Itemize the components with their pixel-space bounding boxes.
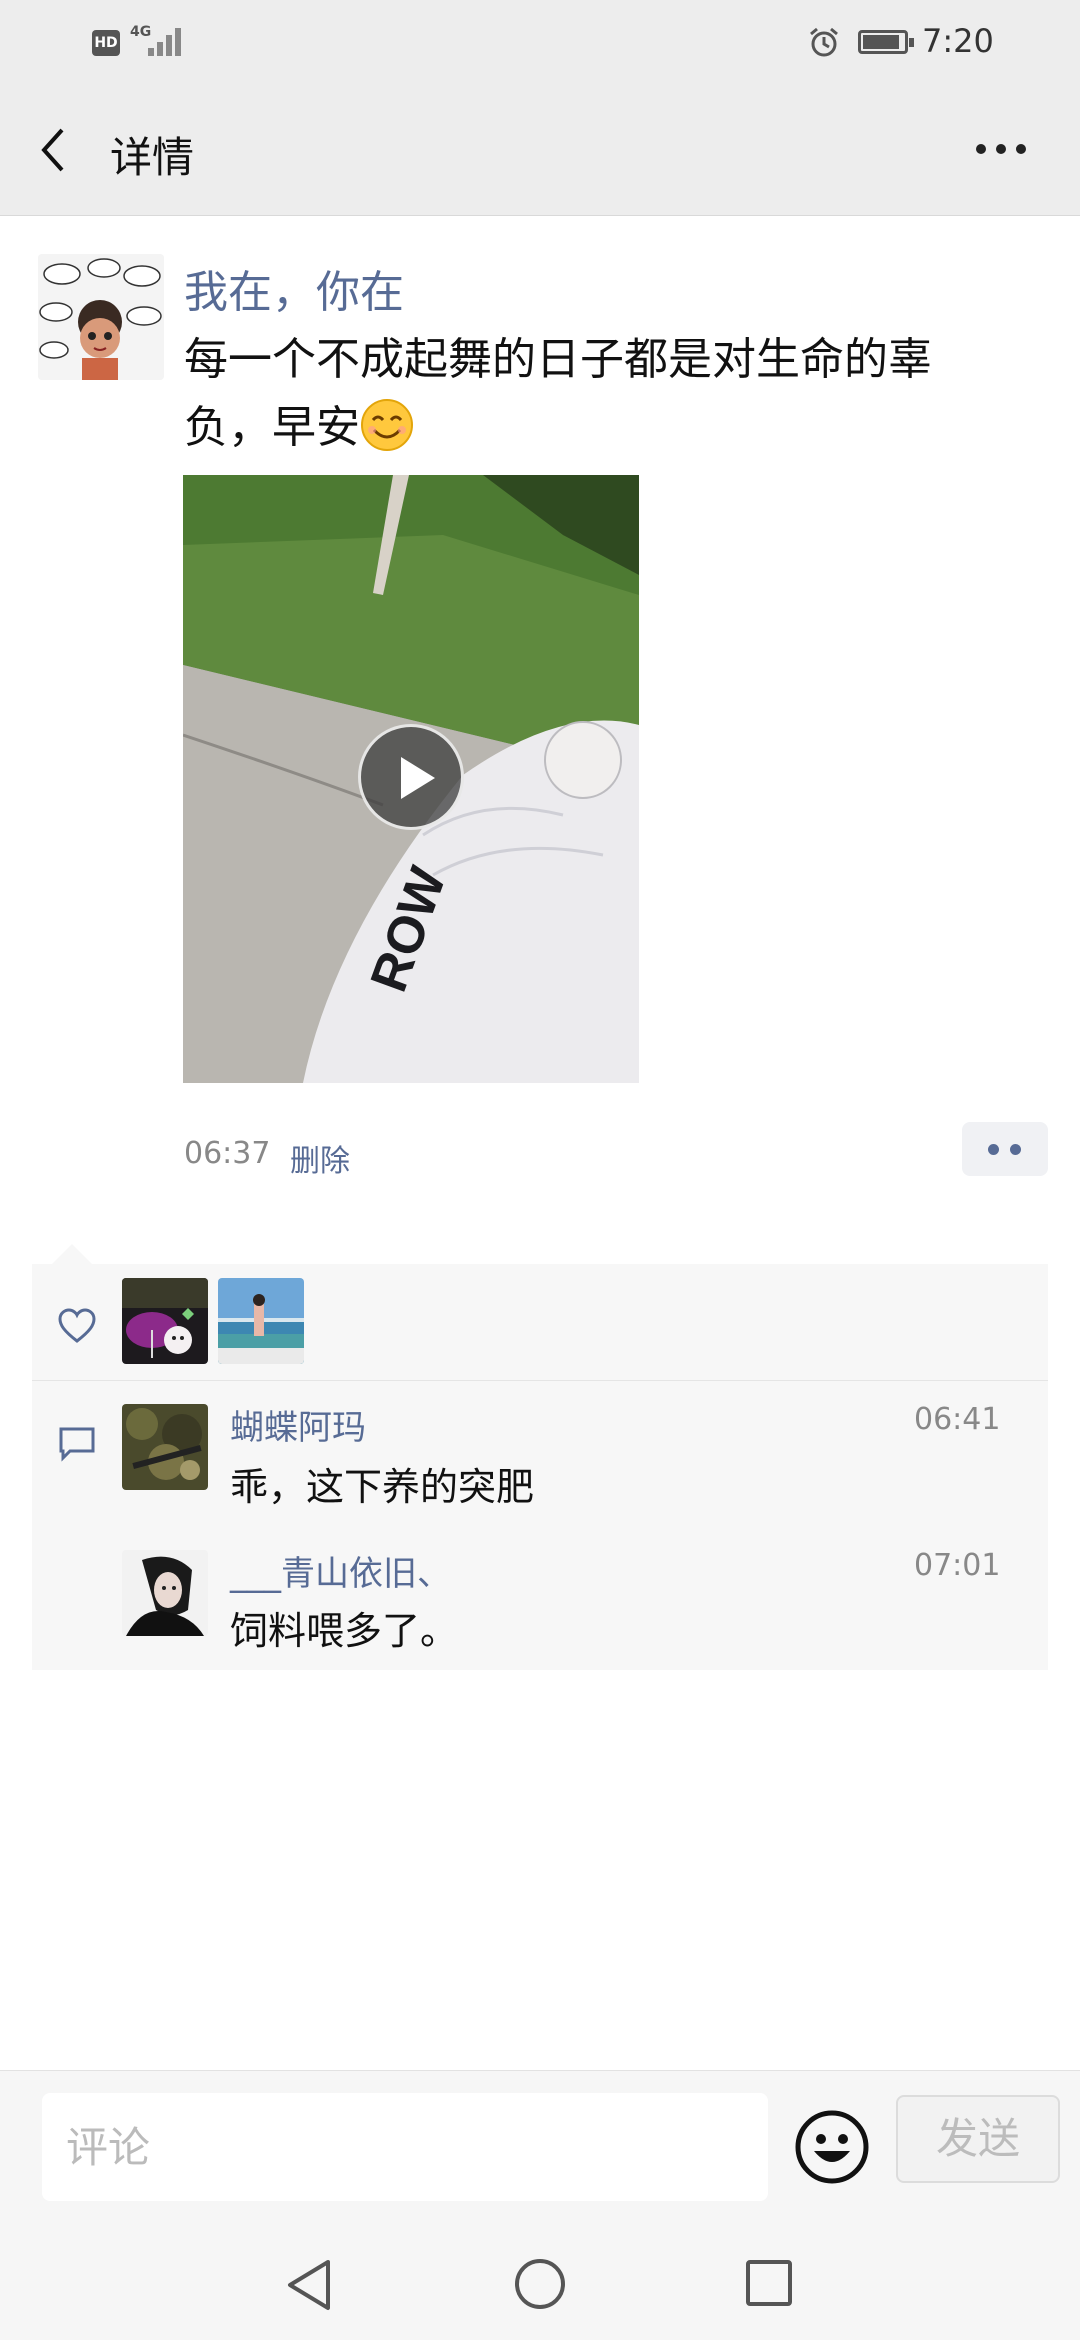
comment-avatar[interactable] bbox=[122, 1550, 208, 1636]
comment-icon bbox=[59, 1427, 95, 1462]
chevron-left-icon[interactable] bbox=[34, 120, 74, 180]
more-horizontal-icon[interactable] bbox=[976, 144, 1028, 158]
post-timestamp: 06:37 bbox=[184, 1136, 271, 1171]
status-bar: HD 4G 7:20 bbox=[0, 0, 1080, 84]
post-author-avatar[interactable] bbox=[38, 254, 164, 380]
comment-text: 乖，这下养的突肥 bbox=[230, 1465, 535, 1509]
system-navigation-bar bbox=[0, 2226, 1080, 2340]
play-icon[interactable] bbox=[358, 724, 464, 830]
post-text: 每一个不成起舞的日子都是对生命的辜负，早安 bbox=[184, 326, 1004, 462]
emoji-smile-icon[interactable] bbox=[794, 2109, 870, 2185]
send-button[interactable]: 发送 bbox=[896, 2095, 1060, 2183]
delete-link[interactable]: 删除 bbox=[290, 1136, 350, 1180]
liker-avatar[interactable] bbox=[122, 1278, 208, 1364]
hd-icon: HD bbox=[92, 30, 120, 56]
heart-icon bbox=[58, 1308, 96, 1343]
comment-input[interactable] bbox=[42, 2093, 768, 2201]
status-time: 7:20 bbox=[922, 22, 994, 60]
comment-avatar[interactable] bbox=[122, 1404, 208, 1490]
post-text-content: 每一个不成起舞的日子都是对生命的辜负，早安 bbox=[184, 334, 932, 453]
comment-input-bar: 发送 bbox=[0, 2070, 1080, 2226]
post-video[interactable]: ROW bbox=[183, 475, 639, 1083]
comment-author[interactable]: 蝴蝶阿玛 bbox=[230, 1400, 366, 1449]
smile-emoji-icon bbox=[361, 399, 413, 451]
divider bbox=[32, 1380, 1048, 1381]
likes-comments-panel: 蝴蝶阿玛 06:41 乖，这下养的突肥 ___青山依旧、 07:01 饲料喂多了… bbox=[32, 1264, 1048, 1670]
liker-avatar[interactable] bbox=[218, 1278, 304, 1364]
page-title: 详情 bbox=[110, 133, 195, 182]
battery-icon bbox=[858, 30, 914, 54]
interaction-pointer bbox=[52, 1244, 92, 1264]
comment-text: 饲料喂多了。 bbox=[230, 1609, 459, 1653]
signal-icon bbox=[140, 24, 184, 56]
comment-timestamp: 07:01 bbox=[914, 1548, 1001, 1583]
comment-timestamp: 06:41 bbox=[914, 1402, 1001, 1437]
square-recents-icon[interactable] bbox=[746, 2260, 792, 2306]
comment-author[interactable]: ___青山依旧、 bbox=[230, 1546, 451, 1595]
alarm-icon bbox=[810, 27, 838, 57]
circle-home-icon[interactable] bbox=[514, 2258, 566, 2310]
post-author-name[interactable]: 我在，你在 bbox=[184, 256, 404, 320]
triangle-back-icon[interactable] bbox=[284, 2258, 334, 2312]
comment-like-menu-button[interactable] bbox=[962, 1122, 1048, 1176]
nav-bar: 详情 bbox=[0, 84, 1080, 216]
